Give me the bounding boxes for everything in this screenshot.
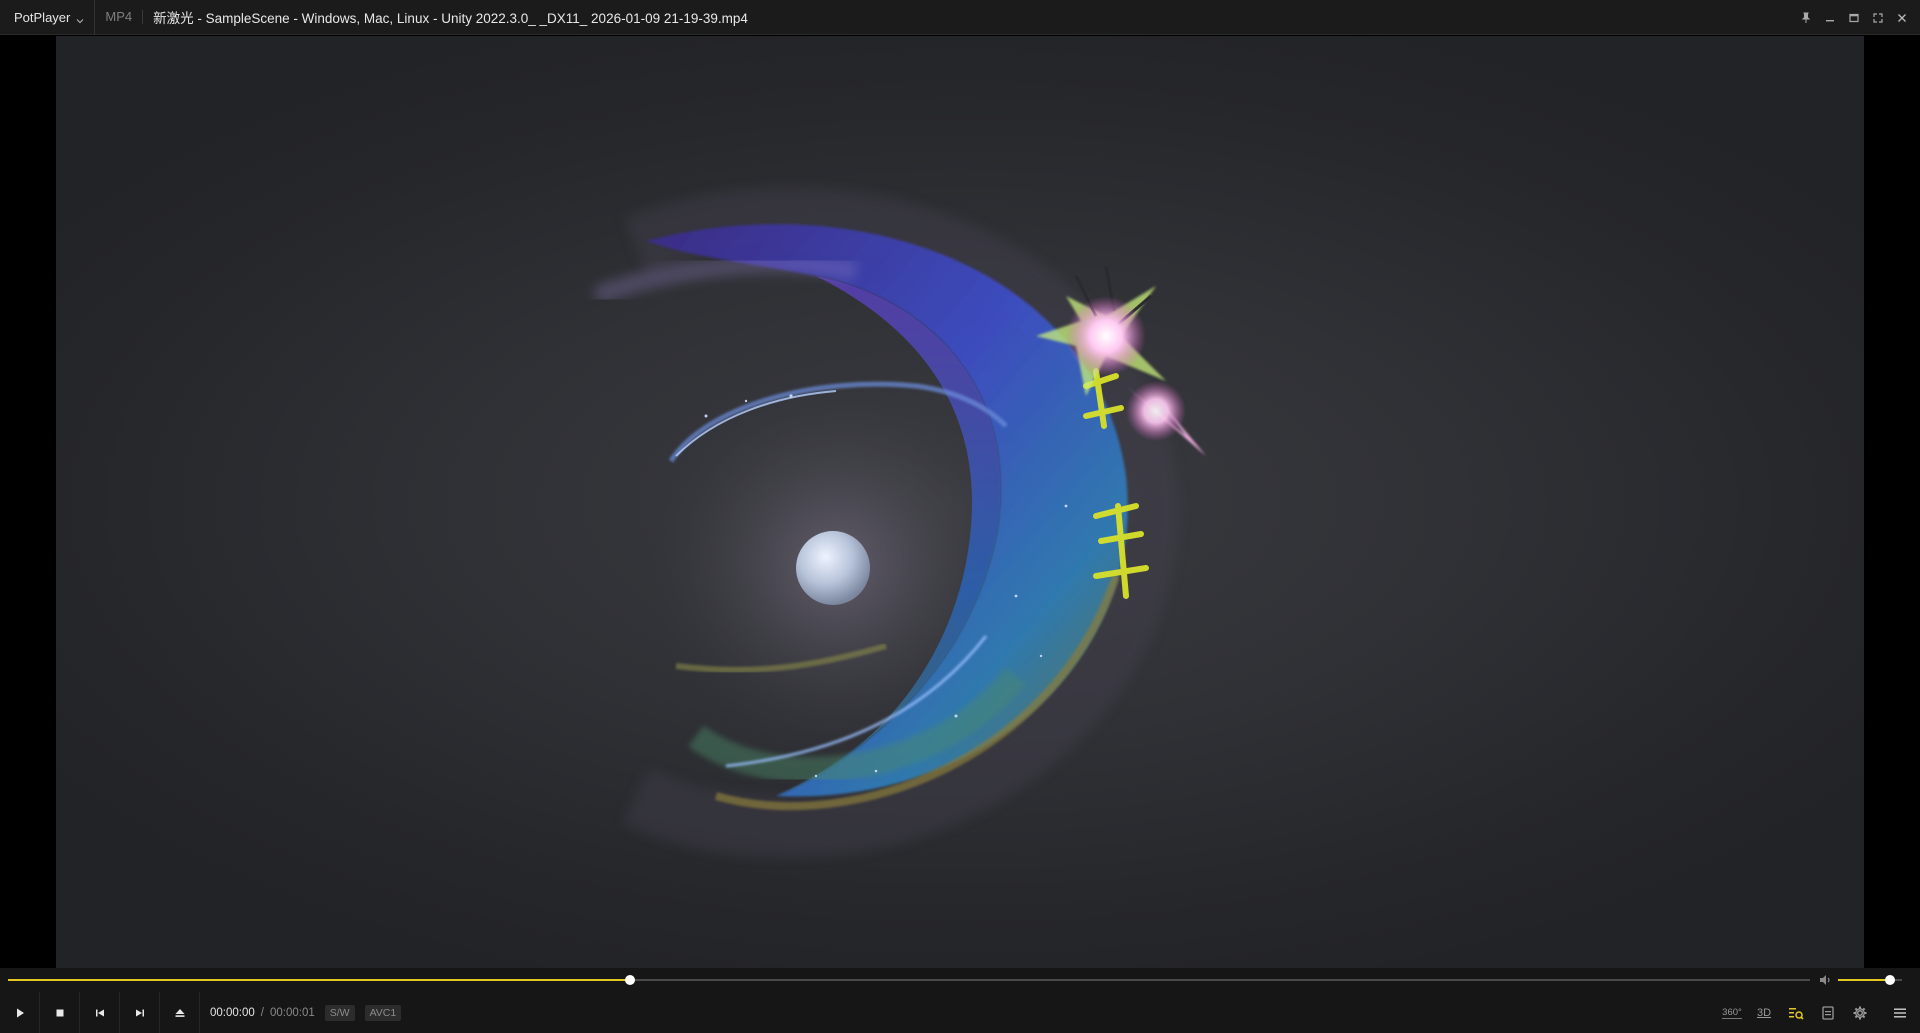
title-bar: PotPlayer MP4 新激光 - SampleScene - Window… (0, 0, 1920, 35)
control-bar: 00:00:00 / 00:00:01 S/W AVC1 360° 3D (0, 992, 1920, 1033)
volume-slider[interactable] (1838, 975, 1902, 985)
format-label: MP4 (95, 10, 144, 24)
next-button[interactable] (120, 992, 160, 1033)
maximize-icon (1849, 13, 1859, 22)
play-button[interactable] (0, 992, 40, 1033)
seek-bar-handle[interactable] (624, 975, 635, 985)
codec-badge[interactable]: AVC1 (364, 1004, 402, 1021)
window-title: 新激光 - SampleScene - Windows, Mac, Linux … (153, 11, 748, 26)
skip-previous-icon (95, 1009, 104, 1016)
video-area[interactable] (0, 36, 1920, 968)
previous-button[interactable] (80, 992, 120, 1033)
app-name: PotPlayer (14, 9, 71, 25)
decoder-badge[interactable]: S/W (324, 1004, 355, 1021)
3d-button[interactable]: 3D (1754, 1003, 1774, 1023)
fullscreen-button[interactable] (1868, 8, 1888, 28)
subtitle-button[interactable] (1818, 1003, 1838, 1023)
playlist-search-button[interactable] (1786, 1003, 1806, 1023)
playlist-search-icon (1789, 1007, 1804, 1020)
time-display: 00:00:00 / 00:00:01 S/W AVC1 (210, 1004, 402, 1021)
volume-handle[interactable] (1885, 975, 1896, 985)
settings-button[interactable] (1850, 1003, 1870, 1023)
right-controls: 360° 3D (1722, 992, 1910, 1033)
3d-label: 3D (1756, 1006, 1772, 1019)
app-menu-button[interactable]: PotPlayer (0, 0, 96, 35)
vr-360-button[interactable]: 360° (1722, 1003, 1742, 1023)
open-file-button[interactable] (160, 992, 200, 1033)
eject-icon (175, 1008, 184, 1017)
pin-icon (1801, 12, 1811, 23)
close-button[interactable] (1892, 8, 1912, 28)
close-icon (1898, 13, 1906, 22)
play-icon (16, 1008, 24, 1017)
skip-next-icon (135, 1009, 144, 1016)
minimize-button[interactable] (1820, 8, 1840, 28)
stop-button[interactable] (40, 992, 80, 1033)
main-menu-button[interactable] (1890, 1003, 1910, 1023)
volume-icon[interactable] (1818, 973, 1832, 987)
seek-bar[interactable] (8, 975, 1810, 985)
volume-level (1838, 979, 1891, 981)
seek-bar-row (0, 968, 1920, 992)
vr-360-label: 360° (1722, 1006, 1742, 1019)
pin-button[interactable] (1796, 8, 1816, 28)
gear-icon (1853, 1006, 1867, 1019)
chevron-down-icon (76, 13, 84, 24)
video-frame[interactable] (56, 36, 1864, 968)
seek-bar-progress (8, 979, 630, 981)
total-duration: 00:00:01 (269, 1006, 315, 1019)
video-content-image (592, 187, 1206, 857)
fullscreen-icon (1873, 12, 1883, 23)
minimize-icon (1826, 19, 1834, 21)
hamburger-menu-icon (1894, 1008, 1906, 1017)
stop-icon (56, 1009, 63, 1016)
maximize-button[interactable] (1844, 8, 1864, 28)
time-separator: / (260, 1006, 264, 1019)
window-controls (1796, 0, 1912, 35)
current-time: 00:00:00 (210, 1006, 255, 1019)
subtitle-icon (1822, 1005, 1834, 1020)
